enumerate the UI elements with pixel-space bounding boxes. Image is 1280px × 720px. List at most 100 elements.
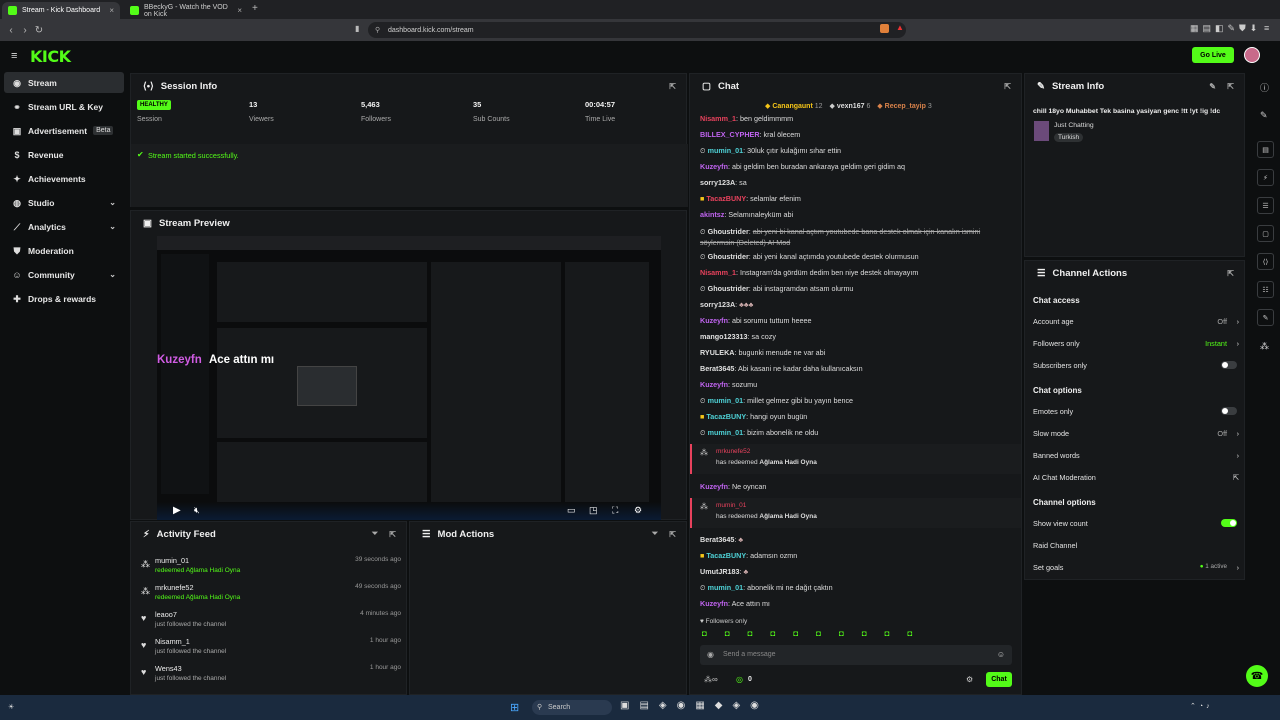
- chat-user[interactable]: sorry123A: [700, 300, 735, 309]
- chat-user[interactable]: Ghoustrider: [708, 252, 749, 261]
- chat-user[interactable]: Kuzeyfn: [700, 599, 728, 608]
- sidebar-item-advertisement[interactable]: ▣ Advertisement Beta: [4, 120, 124, 141]
- activity-user[interactable]: Nisamm_1: [155, 637, 190, 646]
- category-name[interactable]: Just Chatting: [1054, 122, 1094, 129]
- chat-tools-icon[interactable]: ⁂∞: [704, 675, 718, 684]
- ai-moderation-row[interactable]: AI Chat Moderation ⇱: [1033, 473, 1239, 482]
- rail-activity-icon[interactable]: ⚡︎: [1257, 169, 1274, 186]
- chat-user[interactable]: mumin_01: [708, 396, 744, 405]
- sidebar-item-achievements[interactable]: ✦ Achievements: [4, 168, 124, 189]
- sidebar-item-stream-url-key[interactable]: ⚭ Stream URL & Key: [4, 96, 124, 117]
- play-icon[interactable]: ▶: [173, 505, 181, 516]
- weather-icon[interactable]: ☀: [8, 703, 14, 711]
- activity-user[interactable]: mumin_01: [155, 556, 189, 565]
- chat-user[interactable]: RYULEKA: [700, 348, 734, 357]
- close-icon[interactable]: ×: [237, 6, 242, 15]
- raid-channel-row[interactable]: Raid Channel: [1033, 541, 1239, 550]
- sidebar-item-moderation[interactable]: ⛊ Moderation: [4, 240, 124, 261]
- rail-more-icon[interactable]: ⁂: [1260, 341, 1269, 352]
- video-player[interactable]: Kuzeyfn Ace attın mı ▶ 🔇︎ ▭ ◳ ⛶ ⚙: [157, 236, 661, 520]
- extension-icon[interactable]: [880, 24, 889, 33]
- chat-user[interactable]: Nisamm_1: [700, 114, 736, 123]
- settings-icon[interactable]: ⚙: [634, 505, 642, 516]
- chat-user[interactable]: UmutJR183: [700, 567, 740, 576]
- filter-icon[interactable]: ⏷: [372, 529, 378, 539]
- chat-user[interactable]: mango123313: [700, 332, 748, 341]
- back-icon[interactable]: ‹: [4, 25, 18, 36]
- kick-logo[interactable]: KICK: [30, 47, 71, 66]
- redeem-user[interactable]: mumin_01: [716, 502, 746, 509]
- rail-list-icon[interactable]: ☰: [1257, 197, 1274, 214]
- chat-user[interactable]: Berat3645: [700, 364, 734, 373]
- followers-only-row[interactable]: Followers only Instant ›: [1033, 339, 1239, 348]
- taskbar-search[interactable]: ⚲ Search: [532, 700, 612, 715]
- sidebar-item-revenue[interactable]: $ Revenue: [4, 144, 124, 165]
- edit-icon[interactable]: ✎: [1260, 110, 1268, 121]
- rail-modactions-icon[interactable]: ☷: [1257, 281, 1274, 298]
- chat-user[interactable]: Kuzeyfn: [700, 380, 728, 389]
- hamburger-menu-icon[interactable]: ≡: [11, 50, 17, 62]
- popout-icon[interactable]: ⇱: [669, 82, 676, 91]
- sidebar-item-stream[interactable]: ◉ Stream: [4, 72, 124, 93]
- emotes-only-toggle[interactable]: [1221, 407, 1237, 415]
- send-chat-button[interactable]: Chat: [986, 672, 1012, 687]
- chat-user[interactable]: TacazBUNY: [706, 194, 746, 203]
- new-tab-icon[interactable]: +: [252, 3, 258, 14]
- rail-wrench-icon[interactable]: ✎: [1257, 309, 1274, 326]
- mute-icon[interactable]: 🔇︎: [194, 505, 200, 516]
- chat-bubble-icon[interactable]: ☎: [1246, 665, 1268, 687]
- chat-user[interactable]: mumin_01: [708, 428, 744, 437]
- activity-user[interactable]: mrkunefe52: [155, 583, 194, 592]
- forward-icon[interactable]: ›: [18, 25, 32, 36]
- activity-user[interactable]: leaoo7: [155, 610, 177, 619]
- gifter-name[interactable]: Recep_tayip: [885, 103, 926, 110]
- show-view-count-toggle[interactable]: [1221, 519, 1237, 527]
- rail-signal-icon[interactable]: ⟨⟩: [1257, 253, 1274, 270]
- pip-icon[interactable]: ◳: [589, 505, 598, 516]
- popout-icon[interactable]: ⇱: [1004, 82, 1011, 91]
- filter-icon[interactable]: ⏷: [652, 529, 658, 539]
- edit-icon[interactable]: ✎: [1209, 82, 1216, 91]
- close-icon[interactable]: ×: [109, 6, 114, 15]
- chat-input[interactable]: ◉ Send a message ☺: [700, 645, 1012, 665]
- settings-icon[interactable]: ⚙: [966, 675, 973, 684]
- chat-user[interactable]: TacazBUNY: [706, 412, 746, 421]
- chat-user[interactable]: Berat3645: [700, 535, 734, 544]
- theater-icon[interactable]: ▭: [567, 505, 576, 516]
- rail-chat-icon[interactable]: ▢: [1257, 225, 1274, 242]
- menu-icon[interactable]: ≡: [1264, 23, 1269, 33]
- sidebar-item-community[interactable]: ☺ Community ⌄: [4, 264, 124, 285]
- url-field[interactable]: ⚲ dashboard.kick.com/stream: [368, 22, 906, 38]
- windows-start-icon[interactable]: ⊞: [510, 701, 519, 714]
- account-age-row[interactable]: Account age Off ›: [1033, 317, 1239, 326]
- tab-vod[interactable]: BBeckyG - Watch the VOD on Kick ×: [124, 2, 248, 19]
- bookmark-icon[interactable]: ▮: [355, 24, 359, 33]
- chat-user[interactable]: TacazBUNY: [706, 551, 746, 560]
- banned-words-row[interactable]: Banned words ›: [1033, 451, 1239, 460]
- chat-badge-icon[interactable]: ◉: [707, 650, 714, 659]
- slow-mode-row[interactable]: Slow mode Off ›: [1033, 429, 1239, 438]
- popout-icon[interactable]: ⇱: [1227, 269, 1234, 278]
- emoji-icon[interactable]: ☺: [997, 650, 1005, 659]
- brave-rewards-icon[interactable]: ▲: [896, 23, 904, 32]
- activity-user[interactable]: Wens43: [155, 664, 182, 673]
- gifter-name[interactable]: Canangaunt: [772, 103, 812, 110]
- taskbar-app-icons[interactable]: ▣▤◈◉▦◆◈◉: [620, 700, 769, 711]
- chat-user[interactable]: Kuzeyfn: [700, 162, 728, 171]
- set-goals-row[interactable]: Set goals ● 1 active ›: [1033, 563, 1239, 572]
- reload-icon[interactable]: ↻: [32, 25, 46, 36]
- chat-user[interactable]: mumin_01: [708, 583, 744, 592]
- sidebar-item-analytics[interactable]: ⟋ Analytics ⌄: [4, 216, 124, 237]
- chat-user[interactable]: Ghoustrider: [708, 284, 749, 293]
- redeem-user[interactable]: mrkunefe52: [716, 448, 750, 455]
- rail-session-icon[interactable]: ▤: [1257, 141, 1274, 158]
- fullscreen-icon[interactable]: ⛶: [612, 505, 618, 516]
- chat-user[interactable]: mumin_01: [708, 146, 744, 155]
- info-icon[interactable]: ⓘ: [1260, 81, 1269, 94]
- sidebar-item-drops-rewards[interactable]: ✚ Drops & rewards: [4, 288, 124, 309]
- browser-toolbar-icons[interactable]: ▦▤◧✎⛊⬇: [1190, 23, 1261, 34]
- chat-user[interactable]: Kuzeyfn: [700, 316, 728, 325]
- chat-user[interactable]: BILLEX_CYPHER: [700, 130, 760, 139]
- chat-user[interactable]: Ghoustrider: [708, 227, 749, 236]
- chat-user[interactable]: Kuzeyfn: [700, 482, 728, 491]
